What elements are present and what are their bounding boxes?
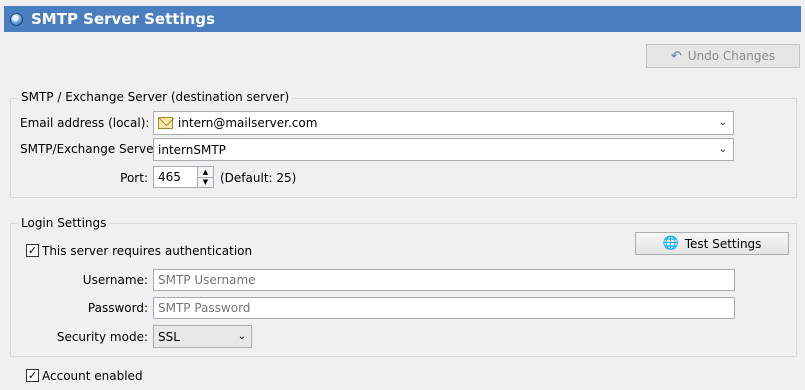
security-mode-label: Security mode: <box>56 330 148 344</box>
port-stepper[interactable]: ▲ ▼ <box>197 167 213 187</box>
undo-arrow-icon: ↶ <box>670 48 682 64</box>
email-address-value: intern@mailserver.com <box>178 116 318 130</box>
requires-auth-label: This server requires authentication <box>42 244 253 258</box>
smtp-server-label: SMTP/Exchange Server: <box>20 142 163 156</box>
test-settings-label: Test Settings <box>684 236 762 251</box>
globe-check-icon: 🌐 <box>662 236 679 251</box>
port-default-hint: (Default: 25) <box>220 171 297 185</box>
undo-changes-button[interactable]: ↶ Undo Changes <box>646 44 800 68</box>
title-bar: SMTP Server Settings <box>4 6 801 32</box>
page-title: SMTP Server Settings <box>31 10 215 28</box>
username-label: Username: <box>82 273 148 287</box>
chevron-down-icon: ⌄ <box>718 116 727 128</box>
app-globe-icon <box>10 12 23 26</box>
security-mode-value: SSL <box>158 329 180 344</box>
decrement-icon[interactable]: ▼ <box>198 176 213 187</box>
increment-icon[interactable]: ▲ <box>198 167 213 177</box>
login-group-title: Login Settings <box>18 216 110 230</box>
account-enabled-label: Account enabled <box>42 369 143 383</box>
chevron-down-icon: ⌄ <box>237 330 246 342</box>
requires-auth-checkbox[interactable]: ✓ <box>26 244 39 257</box>
port-label: Port: <box>120 171 148 185</box>
smtp-server-value: internSMTP <box>158 142 226 157</box>
envelope-icon <box>158 117 173 129</box>
chevron-down-icon: ⌄ <box>718 143 727 155</box>
undo-changes-label: Undo Changes <box>687 49 776 63</box>
port-value: 465 <box>158 170 181 184</box>
password-field[interactable] <box>153 297 735 319</box>
password-label: Password: <box>87 301 148 315</box>
test-settings-button[interactable]: 🌐 Test Settings <box>635 232 789 255</box>
email-address-label: Email address (local): <box>20 116 150 130</box>
email-address-select[interactable]: intern@mailserver.com ⌄ <box>153 111 734 135</box>
account-enabled-checkbox[interactable]: ✓ <box>26 369 39 382</box>
security-mode-select[interactable]: SSL ⌄ <box>153 325 252 348</box>
smtp-group-title: SMTP / Exchange Server (destination serv… <box>18 90 293 104</box>
smtp-server-select[interactable]: internSMTP ⌄ <box>153 138 734 161</box>
username-field[interactable] <box>153 269 735 291</box>
